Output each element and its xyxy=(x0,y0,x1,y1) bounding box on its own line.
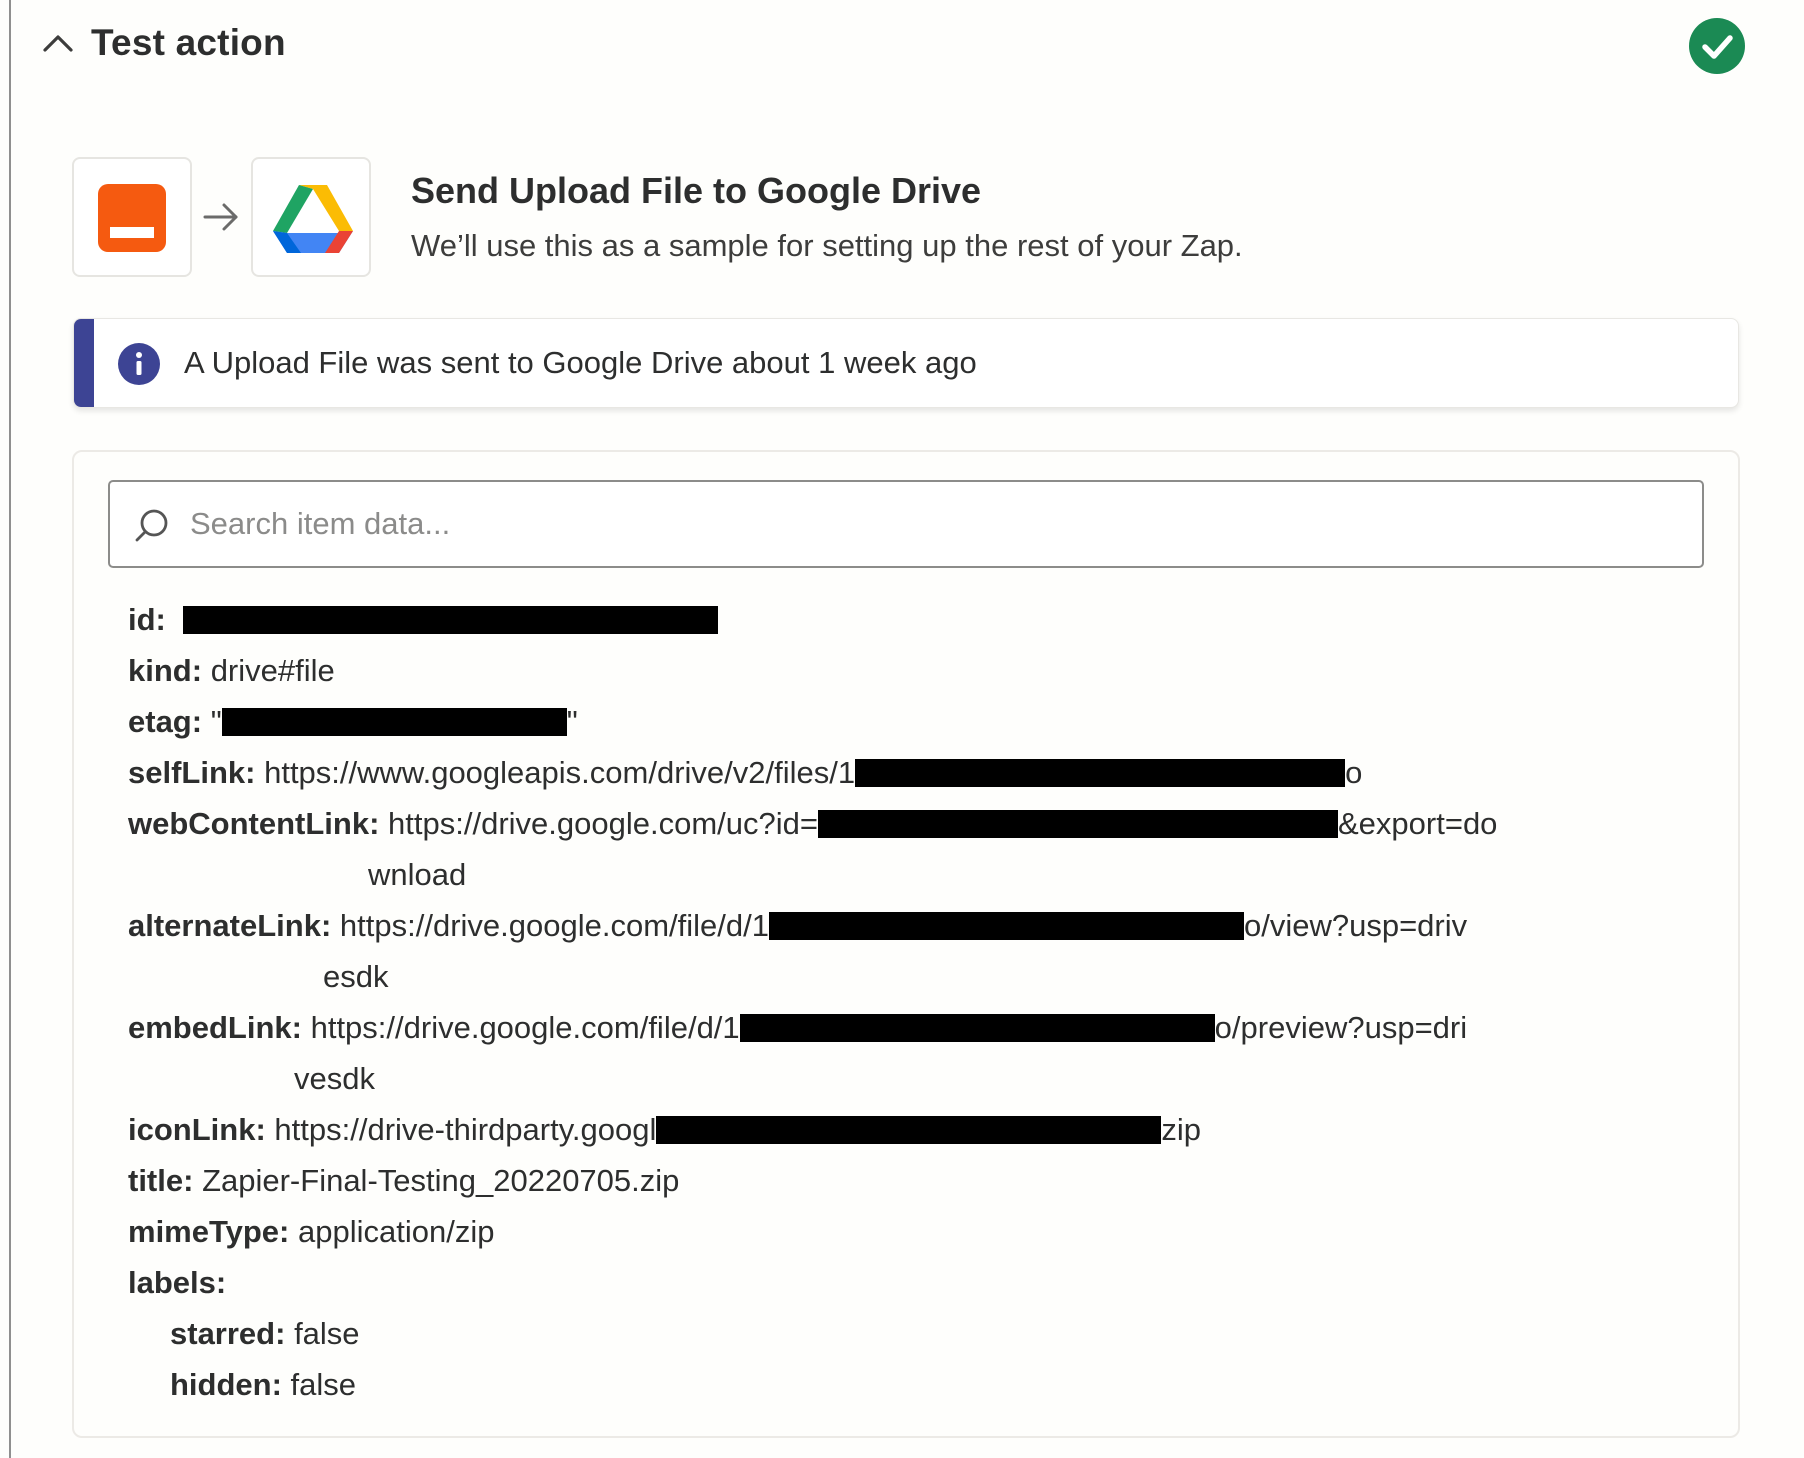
search-box[interactable] xyxy=(108,480,1704,568)
field-row-starred: starred: false xyxy=(128,1308,1708,1359)
field-key: embedLink: xyxy=(128,1010,302,1045)
field-value-prefix: " xyxy=(210,704,222,739)
field-key: selfLink: xyxy=(128,755,256,790)
field-key: webContentLink: xyxy=(128,806,380,841)
redaction-bar xyxy=(768,911,1244,940)
redaction-bar xyxy=(818,809,1338,838)
test-action-panel: Test action Send Upload File to Google D… xyxy=(9,0,1804,1458)
chevron-up-icon[interactable] xyxy=(41,28,75,58)
info-alert: A Upload File was sent to Google Drive a… xyxy=(73,318,1739,408)
field-row-hidden: hidden: false xyxy=(128,1359,1708,1410)
source-app-tile xyxy=(72,157,192,277)
field-key: starred: xyxy=(170,1316,286,1351)
field-value-continuation: vesdk xyxy=(294,1061,375,1096)
field-key: title: xyxy=(128,1163,194,1198)
section-title: Test action xyxy=(91,22,286,63)
field-value: application/zip xyxy=(297,1214,495,1249)
field-row-kind: kind: drive#file xyxy=(128,645,1708,696)
redaction-bar xyxy=(221,707,567,736)
search-input[interactable] xyxy=(190,482,1680,566)
field-key: etag: xyxy=(128,704,203,739)
field-key: mimeType: xyxy=(128,1214,290,1249)
field-value-suffix: o/preview?usp=dri xyxy=(1214,1010,1468,1045)
alert-accent-bar xyxy=(74,319,94,407)
arrow-right-icon xyxy=(203,203,238,231)
field-value: false xyxy=(294,1316,360,1351)
section-header[interactable]: Test action xyxy=(11,0,1804,92)
item-data-card: id: kind: drive#file etag: " " selfLink: … xyxy=(72,450,1740,1438)
field-row-selflink: selfLink: https://www.googleapis.com/dri… xyxy=(128,747,1708,798)
field-row-labels: labels: xyxy=(128,1257,1708,1308)
redaction-bar xyxy=(182,605,718,634)
field-key: iconLink: xyxy=(128,1112,266,1147)
field-value-continuation: esdk xyxy=(323,959,389,994)
field-value: false xyxy=(290,1367,357,1402)
field-key: alternateLink: xyxy=(128,908,332,943)
field-row-webcontentlink: webContentLink: https://drive.google.com… xyxy=(128,798,1708,900)
field-value-suffix: o xyxy=(1345,755,1363,790)
field-value-suffix: &export=do xyxy=(1338,806,1498,841)
field-value-prefix: https://drive.google.com/uc?id= xyxy=(388,806,818,841)
field-row-iconlink: iconLink: https://drive-thirdparty.googl… xyxy=(128,1104,1708,1155)
field-value-suffix: " xyxy=(566,704,578,739)
field-row-mimetype: mimeType: application/zip xyxy=(128,1206,1708,1257)
field-value: drive#file xyxy=(210,653,335,688)
field-row-embedlink: embedLink: https://drive.google.com/file… xyxy=(128,1002,1708,1104)
field-key: hidden: xyxy=(170,1367,282,1402)
field-value-prefix: https://drive-thirdparty.googl xyxy=(274,1112,657,1147)
field-value-continuation: wnload xyxy=(368,857,467,892)
redaction-bar xyxy=(739,1013,1215,1042)
field-row-title: title: Zapier-Final-Testing_20220705.zip xyxy=(128,1155,1708,1206)
google-drive-icon xyxy=(273,185,353,253)
step-subtitle: We’ll use this as a sample for setting u… xyxy=(411,228,1243,263)
orange-app-icon xyxy=(98,184,166,252)
field-value-suffix: zip xyxy=(1161,1112,1201,1147)
field-row-alternatelink: alternateLink: https://drive.google.com/… xyxy=(128,900,1708,1002)
field-value-prefix: https://drive.google.com/file/d/1 xyxy=(310,1010,740,1045)
field-key: id: xyxy=(128,602,166,637)
alert-message: A Upload File was sent to Google Drive a… xyxy=(184,345,977,380)
field-value-prefix: https://drive.google.com/file/d/1 xyxy=(339,908,769,943)
field-value-prefix: https://www.googleapis.com/drive/v2/file… xyxy=(264,755,856,790)
field-row-etag: etag: " " xyxy=(128,696,1708,747)
field-key: kind: xyxy=(128,653,203,688)
target-app-tile xyxy=(251,157,371,277)
redaction-bar xyxy=(855,758,1346,787)
field-value: Zapier-Final-Testing_20220705.zip xyxy=(202,1163,680,1198)
field-row-id: id: xyxy=(128,594,1708,645)
check-circle-icon xyxy=(1689,18,1745,74)
field-key: labels: xyxy=(128,1265,227,1300)
search-icon xyxy=(135,509,168,542)
info-icon xyxy=(118,343,160,385)
redaction-bar xyxy=(656,1115,1162,1144)
step-title: Send Upload File to Google Drive xyxy=(411,170,982,211)
field-value-suffix: o/view?usp=driv xyxy=(1243,908,1468,943)
item-data-list: id: kind: drive#file etag: " " selfLink: … xyxy=(128,594,1708,1410)
